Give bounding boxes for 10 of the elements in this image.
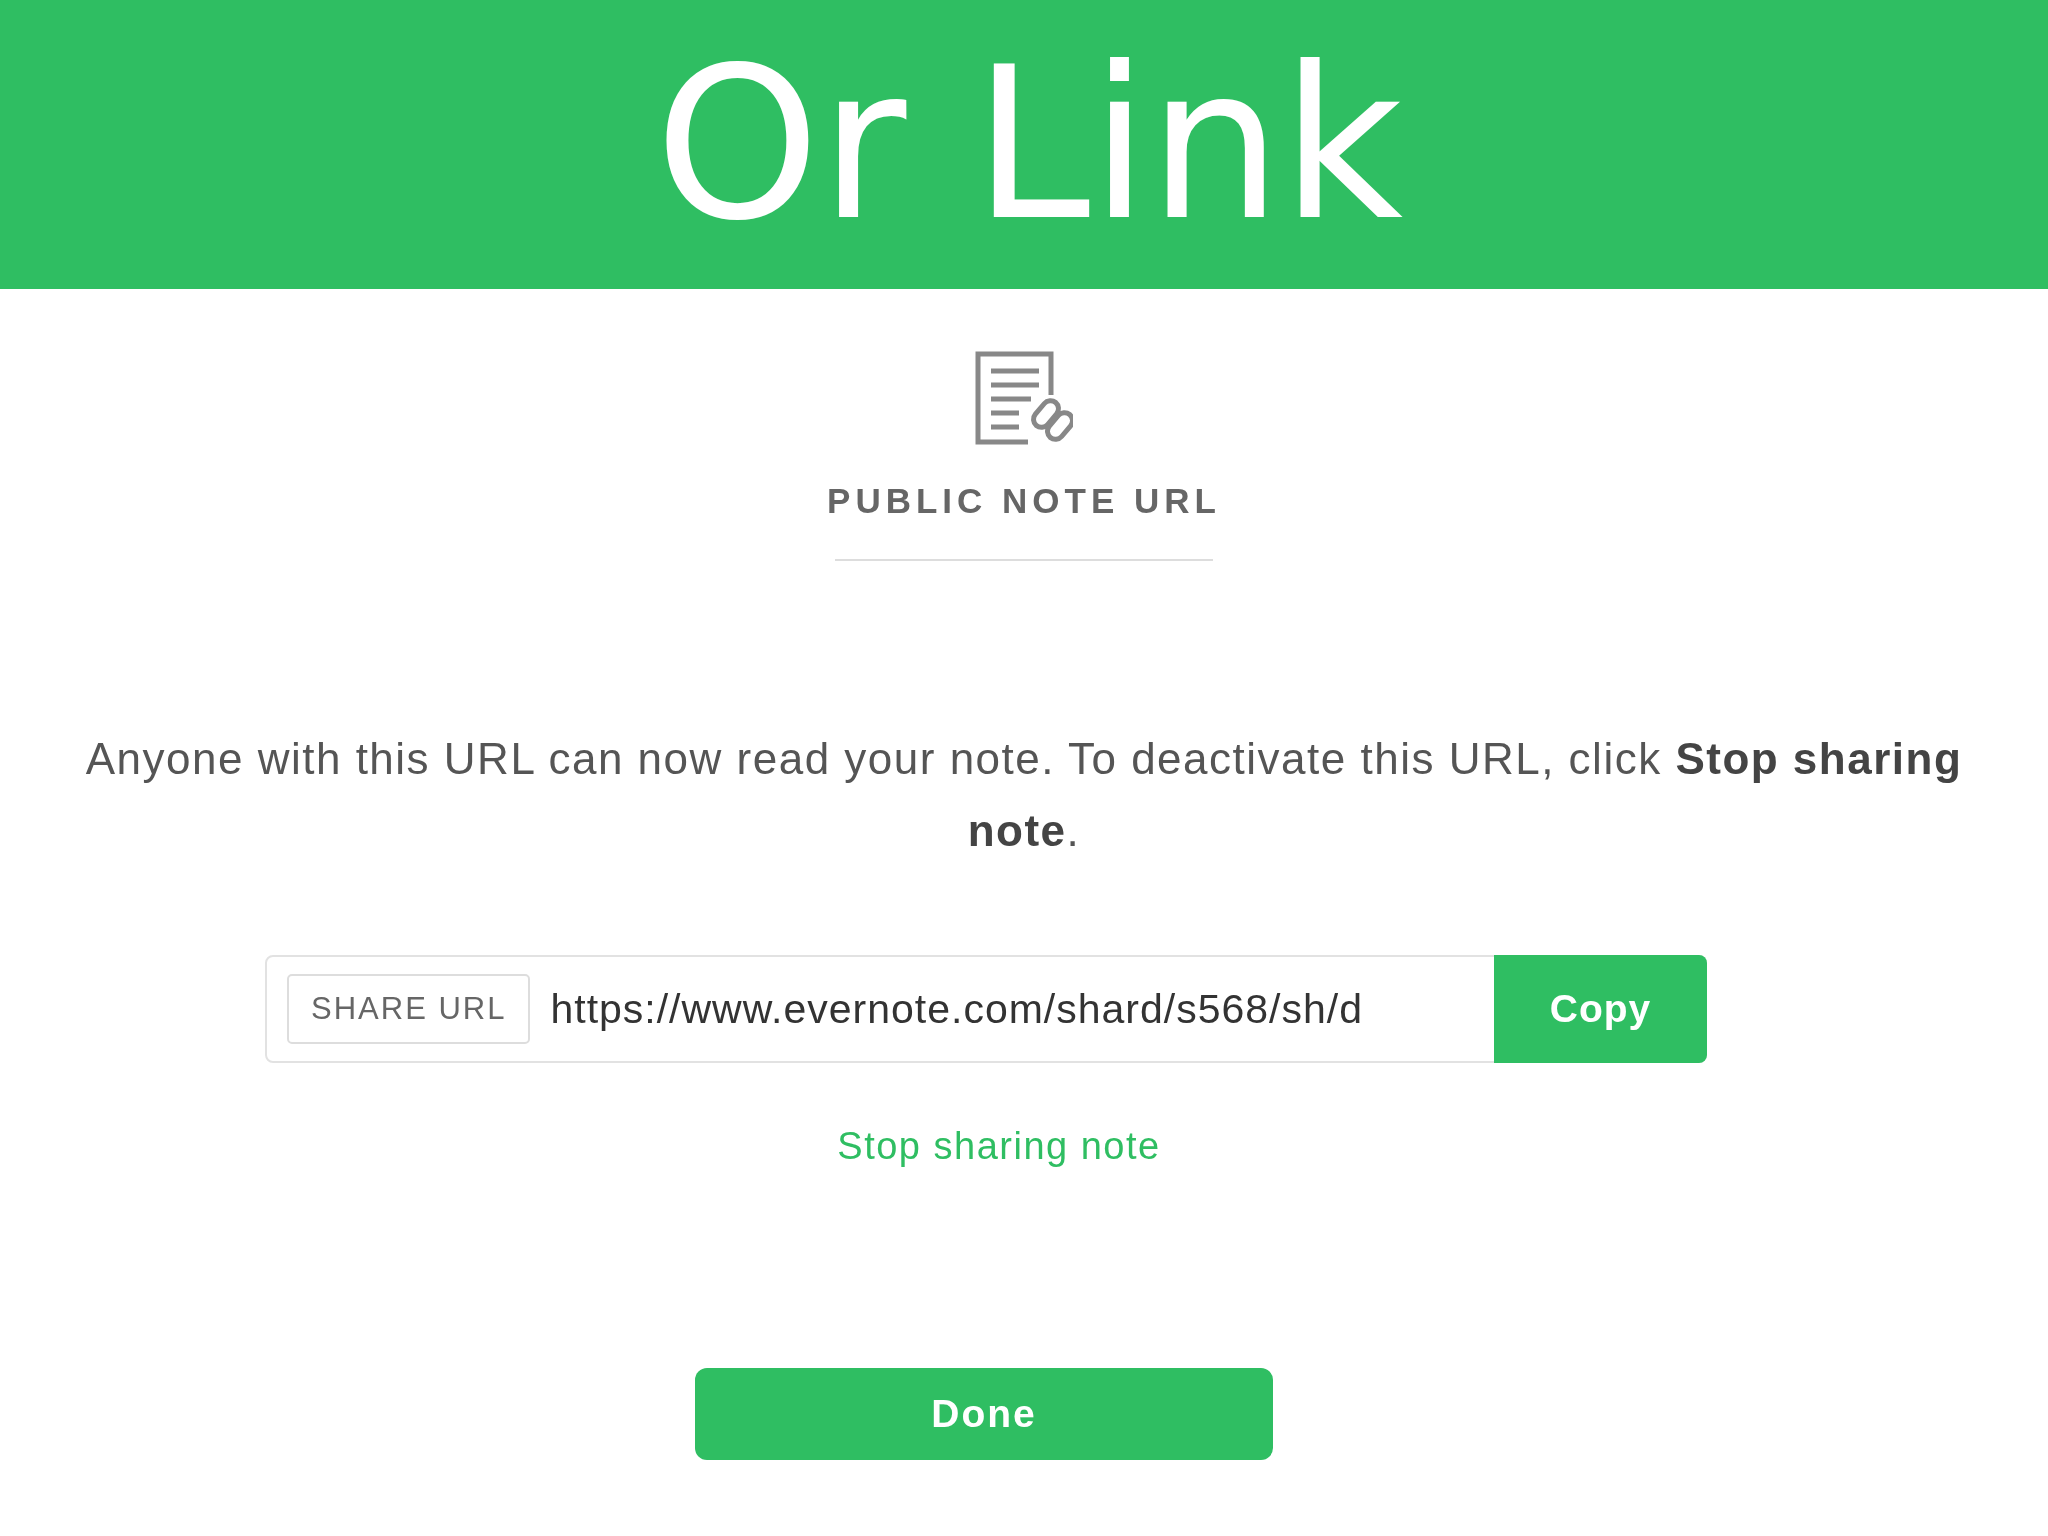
copy-button[interactable]: Copy <box>1494 955 1707 1063</box>
dialog-heading: PUBLIC NOTE URL <box>827 481 1221 521</box>
share-url-field[interactable]: SHARE URL https://www.evernote.com/shard/s568/sh/d Copy <box>265 955 1707 1063</box>
banner-title: Or Link <box>653 39 1404 250</box>
stop-sharing-link[interactable]: Stop sharing note <box>837 1125 1161 1168</box>
url-text: https://www.evernote.com/shard/s568/sh/d <box>550 985 1364 1033</box>
note-link-icon <box>975 351 1073 445</box>
share-message: Anyone with this URL can now read your note. To deactivate this URL, click Stop sharing note. <box>84 733 1964 857</box>
done-button[interactable]: Done <box>695 1368 1273 1460</box>
share-url-label: SHARE URL <box>287 974 531 1044</box>
